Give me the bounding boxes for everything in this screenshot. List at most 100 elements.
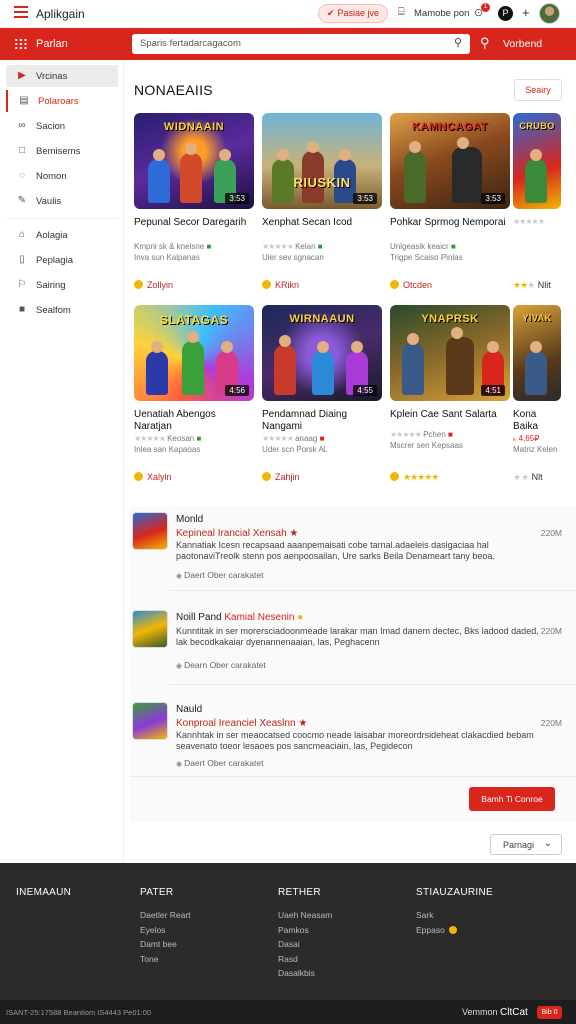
- sidebar-item-2[interactable]: ∞ Sacion: [6, 115, 118, 137]
- game-thumbnail[interactable]: SLATAGAS 4:56: [134, 305, 254, 401]
- footer-column: RETHER Uaeh Neasam Pamkos Dasai Rasd Das…: [278, 887, 332, 983]
- price-label: Zollyin: [147, 280, 174, 290]
- sidebar-item-9[interactable]: ■ Sealfom: [6, 299, 118, 321]
- sidebar-item-0[interactable]: ▶ Vrcinas: [6, 65, 118, 87]
- coin-icon: [262, 472, 271, 481]
- version-tag[interactable]: Bib 0: [537, 1006, 562, 1019]
- art-title: KAMNCAGAT: [412, 121, 488, 133]
- coin-icon: [449, 925, 458, 934]
- card-meta-2: Matriz Kelen: [513, 445, 558, 454]
- comment-author[interactable]: Noill Pand Kamial Nesenin ●: [176, 612, 303, 623]
- comment-headline-text: Kepineal Irancial Xensah: [176, 528, 287, 539]
- footer-link[interactable]: Eyelos: [140, 925, 191, 935]
- sidebar-item-1[interactable]: ▤ Polaroars: [6, 90, 118, 112]
- card-price: KRikn: [262, 280, 299, 290]
- sidebar-item-3[interactable]: □ Bemisems: [6, 140, 118, 162]
- nav-right-link[interactable]: Vorbend: [503, 38, 542, 50]
- game-thumbnail[interactable]: WIRNAAUN 4:55: [262, 305, 382, 401]
- hamburger-menu-icon[interactable]: [14, 6, 28, 18]
- search-input[interactable]: Sparis fertadarcagacom ⚲: [132, 34, 470, 54]
- sidebar-item-7[interactable]: ▯ Peplagia: [6, 249, 118, 271]
- comment-reply-link[interactable]: Daert Ober carakatet: [176, 570, 263, 580]
- footer-link[interactable]: Uaeh Neasam: [278, 910, 332, 920]
- card-price: Zollyin: [134, 280, 173, 290]
- sidebar-item-label: Polaroars: [38, 96, 79, 107]
- square-icon: □: [18, 145, 26, 156]
- account-icon[interactable]: P: [498, 6, 513, 21]
- card-meta-2: Inlea san Kapaoas: [134, 445, 201, 454]
- sidebar-item-8[interactable]: ⚐ Sairing: [6, 274, 118, 296]
- card-title[interactable]: Uenatiah Abengos Naratjan: [134, 409, 256, 433]
- footer-link[interactable]: Sark: [416, 910, 493, 920]
- game-thumbnail[interactable]: YNAPRSK 4:51: [390, 305, 510, 401]
- emoji-icon: ●: [297, 612, 304, 623]
- section-title: NONAEAIIS: [134, 82, 213, 98]
- search-icon[interactable]: ⚲: [454, 36, 462, 49]
- rating-stars: ★★★★★: [262, 242, 294, 251]
- footer-link[interactable]: Pamkos: [278, 925, 332, 935]
- sort-button[interactable]: Seairy: [514, 79, 562, 101]
- game-thumbnail[interactable]: YIVAK: [513, 305, 561, 401]
- price-label: Zahjin: [275, 472, 300, 482]
- footer-link[interactable]: Dasai: [278, 939, 332, 949]
- footer-link[interactable]: Eppaso: [416, 925, 493, 935]
- game-card[interactable]: YIVAK Kona Baika ₖ 4,65₽ Matriz Kelen ★★…: [513, 305, 576, 495]
- rating-icon: ■: [448, 430, 453, 439]
- top-link[interactable]: Mamobe pon: [414, 8, 469, 19]
- rating-stars-gold: ★★★★★: [403, 472, 439, 482]
- card-meta: ★★★★★ Keosan ■: [134, 434, 256, 443]
- card-title[interactable]: Kplein Cae Sant Salarta: [390, 409, 512, 421]
- footer-link[interactable]: Rasd: [278, 954, 332, 964]
- footer-column: PATER Daetler Reart Eyelos Damt bee Tone: [140, 887, 191, 968]
- game-thumbnail[interactable]: CRUBO: [513, 113, 561, 209]
- notification-badge: 1: [481, 3, 490, 12]
- sidebar-item-5[interactable]: ✎ Vaulis: [6, 190, 118, 212]
- card-title[interactable]: Kona Baika: [513, 409, 563, 433]
- top-bar: Aplikgain ✔ Pasiae jve ⌸ Mamobe pon ⊙ 1 P…: [0, 0, 576, 28]
- card-price: Otcden: [390, 280, 432, 290]
- comment-avatar[interactable]: [132, 512, 168, 550]
- page-select-label: Parnagi: [503, 840, 535, 850]
- sidebar-item-6[interactable]: ⌂ Aolagia: [6, 224, 118, 246]
- comment-reply-link[interactable]: Dearn Ober carakatet: [176, 660, 266, 670]
- card-title[interactable]: Xenphat Secan Icod: [262, 217, 384, 229]
- sidebar-item-label: Sacion: [36, 121, 66, 132]
- duration-badge: 3:53: [225, 193, 249, 204]
- link-icon: ∞: [18, 120, 26, 131]
- footer-link[interactable]: Dasalkbis: [278, 968, 332, 978]
- search-button-icon[interactable]: ⚲: [480, 35, 490, 51]
- sidebar-item-4[interactable]: ◌ Nomon: [6, 165, 118, 187]
- page-select[interactable]: Parnagi ⌄: [490, 834, 562, 855]
- card-title[interactable]: Pepunal Secor Daregarih: [134, 217, 256, 229]
- card-meta-2: Uier sev sgnacan: [262, 253, 324, 262]
- card-meta-2: Uder scn Porsk Al.: [262, 445, 328, 454]
- card-price: ★★ Nlt: [513, 472, 543, 483]
- avatar[interactable]: [539, 3, 560, 24]
- game-thumbnail[interactable]: KAMNCAGAT 3:53: [390, 113, 510, 209]
- gift-icon[interactable]: ⌸: [398, 6, 405, 19]
- card-meta: Kmpni sk & knelsne ■: [134, 242, 256, 251]
- comment-author[interactable]: Nauld: [176, 704, 202, 715]
- footer-link[interactable]: Daetler Reart: [140, 910, 191, 920]
- load-more-button[interactable]: Bamh Ti Conroe: [469, 787, 555, 811]
- game-card[interactable]: CRUBO ★★★★★ ★★★ Nlit: [513, 113, 576, 303]
- footer-link[interactable]: Tone: [140, 954, 191, 964]
- version-value: CltCat: [500, 1007, 528, 1018]
- sidebar-item-label: Sairing: [36, 280, 66, 291]
- plus-icon[interactable]: +: [522, 5, 530, 20]
- promo-pill-button[interactable]: ✔ Pasiae jve: [318, 4, 388, 23]
- card-title[interactable]: Pendamnad Diaing Nangami: [262, 409, 384, 433]
- rating-icon: ■: [450, 242, 456, 251]
- comment-reply-link[interactable]: Daert Ober carakatet: [176, 758, 263, 768]
- comment-author[interactable]: Monld: [176, 514, 203, 525]
- comment-avatar[interactable]: [132, 702, 168, 740]
- game-thumbnail[interactable]: WIDNAAIN 3:53: [134, 113, 254, 209]
- footer-column: STIAUZAURINE Sark Eppaso: [416, 887, 493, 939]
- nav-title[interactable]: Parlan: [36, 38, 68, 50]
- footer-link[interactable]: Damt bee: [140, 939, 191, 949]
- grid-icon[interactable]: [14, 38, 28, 50]
- comment-avatar[interactable]: [132, 610, 168, 648]
- stack-icon: ▤: [19, 95, 29, 106]
- card-title[interactable]: Pohkar Sprmog Nemporai: [390, 217, 512, 229]
- game-thumbnail[interactable]: RIUSKIN 3:53: [262, 113, 382, 209]
